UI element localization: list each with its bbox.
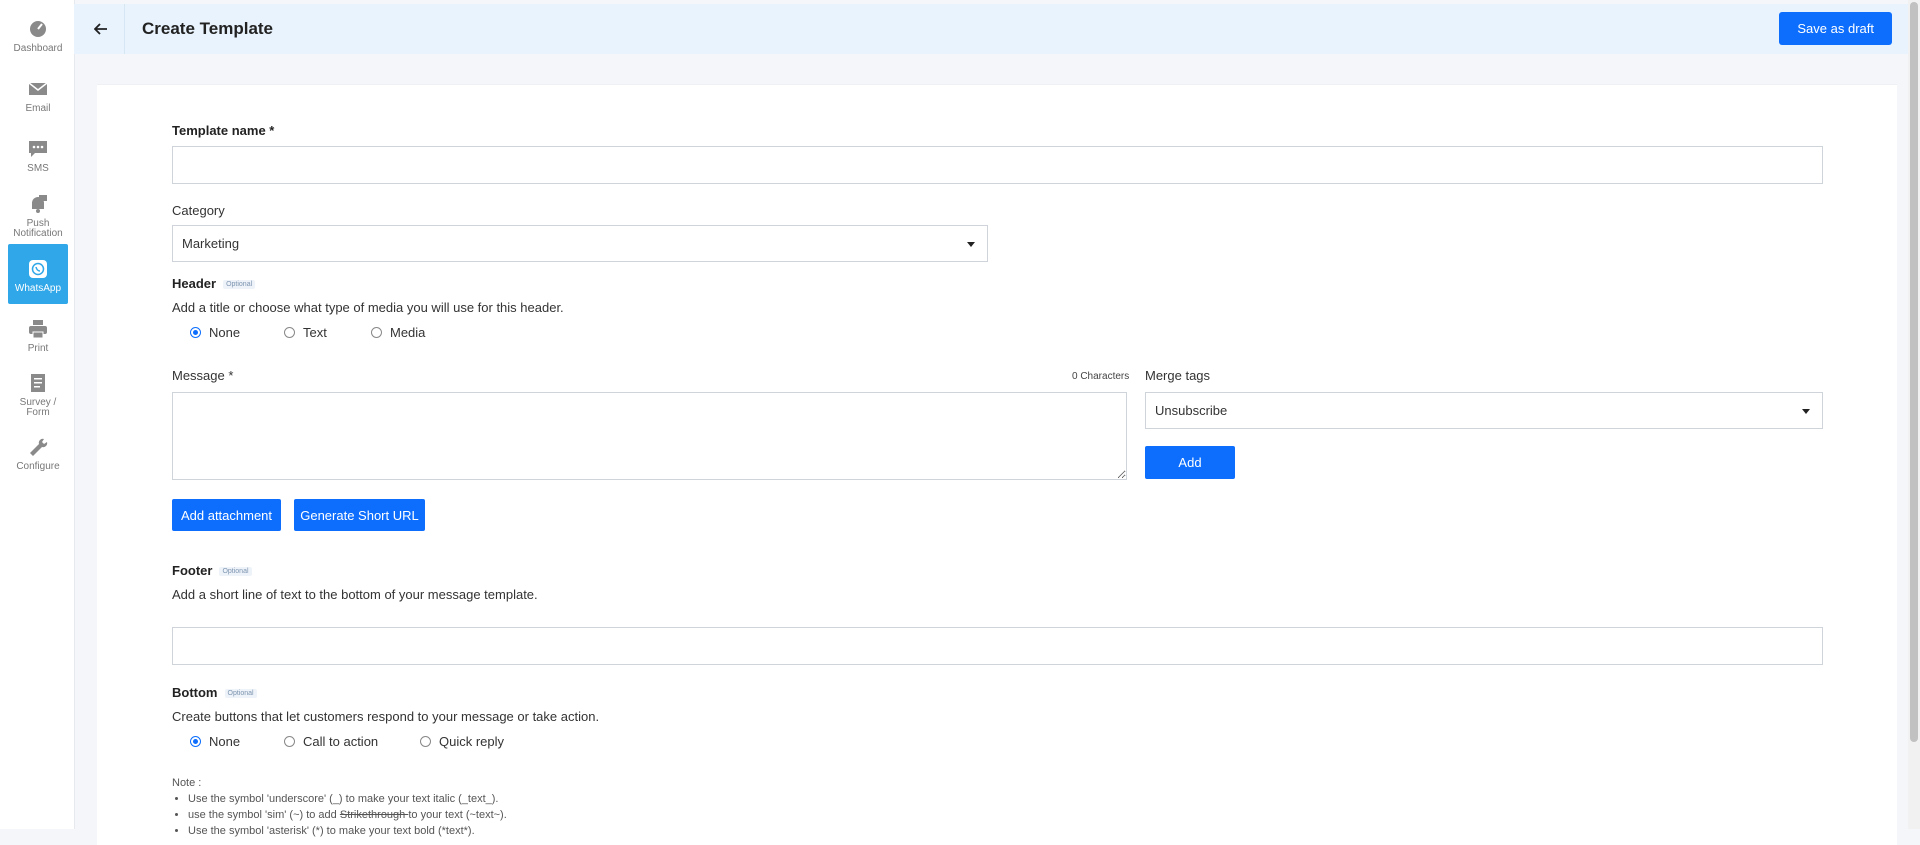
header-title: Header xyxy=(172,276,217,291)
sidebar-item-label: Configure xyxy=(16,461,60,472)
page-title: Create Template xyxy=(142,19,274,38)
radio-dot xyxy=(190,327,201,338)
sidebar-item-label: Push Notification xyxy=(13,218,63,239)
bottom-section-title: Bottom Optional xyxy=(172,685,257,700)
radio-label: Media xyxy=(390,325,426,340)
optional-badge: Optional xyxy=(219,567,252,577)
message-textarea[interactable] xyxy=(172,392,1127,480)
sidebar-item-whatsapp[interactable]: WhatsApp xyxy=(8,244,68,304)
save-as-draft-button[interactable]: Save as draft xyxy=(1779,12,1892,45)
page-scrollbar[interactable] xyxy=(1908,0,1920,829)
message-label: Message * xyxy=(172,368,234,383)
chevron-down-icon xyxy=(967,241,975,247)
bell-icon xyxy=(32,195,47,213)
category-value: Marketing xyxy=(182,236,240,251)
merge-tags-value: Unsubscribe xyxy=(1155,403,1228,418)
back-button[interactable] xyxy=(88,16,114,42)
sidebar-item-email[interactable]: Email xyxy=(8,78,68,114)
footer-title: Footer xyxy=(172,563,213,578)
sidebar-item-label: Dashboard xyxy=(13,43,63,54)
category-label: Category xyxy=(172,203,225,218)
divider xyxy=(124,4,125,54)
bottom-title: Bottom xyxy=(172,685,218,700)
note-text: use the symbol 'sim' (~) to add xyxy=(188,809,340,821)
sidebar-item-label: WhatsApp xyxy=(14,283,62,294)
envelope-icon xyxy=(28,82,48,95)
footer-description: Add a short line of text to the bottom o… xyxy=(172,587,538,602)
add-attachment-button[interactable]: Add attachment xyxy=(172,499,281,531)
merge-tags-label: Merge tags xyxy=(1145,368,1211,383)
radio-dot xyxy=(284,327,295,338)
optional-badge: Optional xyxy=(223,280,256,290)
sidebar-item-push[interactable]: Push Notification xyxy=(8,193,68,239)
bottom-radio-none[interactable]: None xyxy=(190,734,240,749)
note-item: Use the symbol 'underscore' (_) to make … xyxy=(188,791,507,807)
radio-dot xyxy=(284,736,295,747)
arrow-left-icon xyxy=(94,23,107,35)
generate-short-url-button[interactable]: Generate Short URL xyxy=(294,499,425,531)
sidebar-item-survey[interactable]: Survey / Form xyxy=(8,372,68,418)
radio-label: None xyxy=(209,325,241,340)
header-section-title: Header Optional xyxy=(172,276,256,291)
sidebar-item-print[interactable]: Print xyxy=(8,318,68,354)
merge-tags-select[interactable]: Unsubscribe xyxy=(1145,392,1823,429)
character-count: 0 Characters xyxy=(1072,371,1130,382)
wrench-icon xyxy=(30,438,48,456)
sidebar-item-label: SMS xyxy=(27,163,49,174)
header-radio-none[interactable]: None xyxy=(190,325,240,340)
note-item: use the symbol 'sim' (~) to add Striketh… xyxy=(188,807,507,823)
radio-dot xyxy=(190,736,201,747)
footer-section-title: Footer Optional xyxy=(172,563,252,578)
sidebar-item-label: Email xyxy=(25,103,51,114)
note-text: to your text (~text~). xyxy=(408,809,507,821)
header-radio-text[interactable]: Text xyxy=(284,325,327,340)
radio-label: Text xyxy=(303,325,327,340)
radio-dot xyxy=(420,736,431,747)
header-description: Add a title or choose what type of media… xyxy=(172,300,564,315)
category-select[interactable]: Marketing xyxy=(172,225,988,262)
header-radio-media[interactable]: Media xyxy=(371,325,425,340)
sidebar-item-sms[interactable]: SMS xyxy=(8,138,68,174)
bottom-radio-call-to-action[interactable]: Call to action xyxy=(284,734,378,749)
sidebar-item-configure[interactable]: Configure xyxy=(8,436,68,472)
chat-icon xyxy=(29,141,47,157)
dashboard-icon xyxy=(30,21,46,37)
template-name-label: Template name * xyxy=(172,123,275,138)
optional-badge: Optional xyxy=(224,689,257,699)
radio-label: Call to action xyxy=(303,734,379,749)
radio-label: None xyxy=(209,734,241,749)
top-bar: Create Template Save as draft xyxy=(74,4,1908,54)
radio-dot xyxy=(371,327,382,338)
scrollbar-thumb[interactable] xyxy=(1910,2,1918,742)
strikethrough-example: Strikethrough xyxy=(339,809,409,821)
form-card: Template name * Category Marketing Heade… xyxy=(97,84,1897,845)
bottom-radio-quick-reply[interactable]: Quick reply xyxy=(420,734,504,749)
sidebar-item-dashboard[interactable]: Dashboard xyxy=(8,18,68,54)
printer-icon xyxy=(29,320,47,339)
clipboard-icon xyxy=(31,374,45,392)
radio-label: Quick reply xyxy=(439,734,505,749)
chevron-down-icon xyxy=(1802,408,1810,414)
formatting-note: Note : Use the symbol 'underscore' (_) t… xyxy=(172,775,507,839)
whatsapp-icon xyxy=(29,260,47,278)
sidebar-item-label: Survey / Form xyxy=(19,397,57,418)
sidebar: Dashboard Email SMS Push Notification Wh… xyxy=(0,0,75,829)
sidebar-item-label: Print xyxy=(27,343,49,354)
note-item: Use the symbol 'asterisk' (*) to make yo… xyxy=(188,823,507,839)
bottom-description: Create buttons that let customers respon… xyxy=(172,709,600,724)
footer-input[interactable] xyxy=(172,627,1823,665)
add-merge-tag-button[interactable]: Add xyxy=(1145,446,1235,479)
note-title: Note : xyxy=(172,777,202,789)
template-name-input[interactable] xyxy=(172,146,1823,184)
note-list: Use the symbol 'underscore' (_) to make … xyxy=(172,791,507,839)
